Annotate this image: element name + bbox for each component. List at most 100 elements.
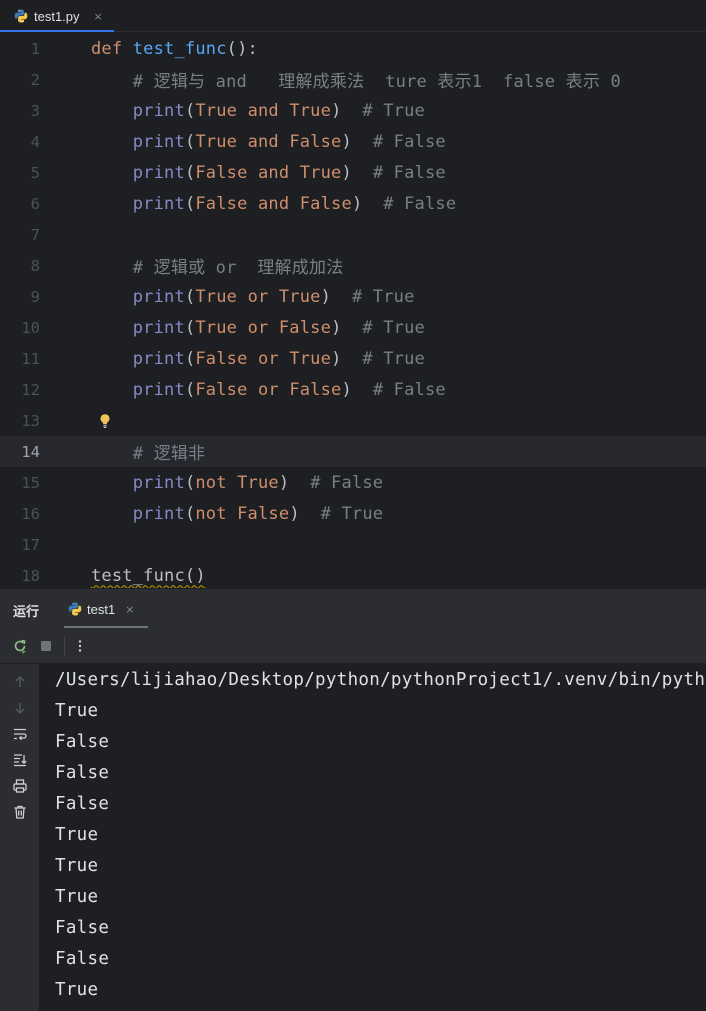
literal: True <box>299 162 342 183</box>
soft-wrap-icon[interactable] <box>12 726 28 742</box>
clear-all-icon[interactable] <box>12 804 28 820</box>
scroll-up-icon[interactable] <box>12 674 28 690</box>
code-line: 3 print(True and True) # True <box>0 95 706 126</box>
code-editor[interactable]: 1 def test_func(): 2 # 逻辑与 and 理解成乘法 tur… <box>0 32 706 588</box>
print-icon[interactable] <box>12 778 28 794</box>
builtin-print: print <box>132 503 185 524</box>
code-line: 16 print(not False) # True <box>0 498 706 529</box>
literal: False <box>195 379 248 400</box>
scroll-to-end-icon[interactable] <box>12 752 28 768</box>
line-number: 6 <box>30 194 40 213</box>
code-punct: ( <box>184 286 196 307</box>
code-line: 4 print(True and False) # False <box>0 126 706 157</box>
line-number: 14 <box>21 442 40 461</box>
code-comment: # True <box>362 317 425 338</box>
line-number: 10 <box>21 318 40 337</box>
builtin-print: print <box>132 317 185 338</box>
console-output[interactable]: /Users/lijiahao/Desktop/python/pythonPro… <box>40 664 706 1011</box>
literal: True <box>195 317 238 338</box>
rerun-icon[interactable] <box>12 638 28 654</box>
literal: False <box>299 193 352 214</box>
code-punct: (): <box>226 38 258 59</box>
code-line: 1 def test_func(): <box>0 33 706 64</box>
run-tab-label: test1 <box>87 601 116 617</box>
close-icon[interactable]: × <box>125 603 134 616</box>
code-line: 9 print(True or True) # True <box>0 281 706 312</box>
line-number: 16 <box>21 504 40 523</box>
builtin-print: print <box>132 162 185 183</box>
code-line: 15 print(not True) # False <box>0 467 706 498</box>
close-icon[interactable]: × <box>94 10 103 23</box>
literal: True <box>195 131 238 152</box>
line-number: 15 <box>21 473 40 492</box>
builtin-print: print <box>132 379 185 400</box>
code-comment: # True <box>351 286 415 307</box>
editor-tab-test1[interactable]: test1.py × <box>0 0 114 33</box>
code-punct: ( <box>184 379 196 400</box>
code-line: 8 # 逻辑或 or 理解成加法 <box>0 250 706 281</box>
code-line: 13 <box>0 405 706 436</box>
code-comment: # False <box>372 379 446 400</box>
console-line: False <box>55 731 110 752</box>
line-number: 9 <box>30 287 40 306</box>
code-line: 17 <box>0 529 706 560</box>
code-punct: ( <box>184 317 196 338</box>
line-number: 8 <box>30 256 40 275</box>
run-tab-test1[interactable]: test1 × <box>64 589 148 629</box>
operator: and <box>247 131 279 152</box>
code-comment: # True <box>320 503 384 524</box>
builtin-print: print <box>132 348 185 369</box>
editor-tab-label: test1.py <box>34 8 80 24</box>
code-comment: # 逻辑或 or 理解成加法 <box>132 258 344 278</box>
code-comment: # False <box>310 472 384 493</box>
code-punct: ( <box>184 503 196 524</box>
more-options-icon[interactable] <box>72 638 88 654</box>
code-line: 2 # 逻辑与 and 理解成乘法 ture 表示1 false 表示 0 <box>0 64 706 95</box>
operator: and <box>258 193 290 214</box>
run-toolbar <box>0 628 706 664</box>
code-line: 7 <box>0 219 706 250</box>
code-line: 12 print(False or False) # False <box>0 374 706 405</box>
code-comment: # False <box>372 131 446 152</box>
code-comment: # 逻辑与 and 理解成乘法 ture 表示1 false 表示 0 <box>132 72 621 92</box>
code-punct: ) <box>341 162 352 183</box>
code-punct: ( <box>184 472 196 493</box>
console-line: False <box>55 793 110 814</box>
code-line: 10 print(True or False) # True <box>0 312 706 343</box>
literal: False <box>237 503 290 524</box>
code-punct: ) <box>331 317 342 338</box>
operator: and <box>258 162 290 183</box>
literal: False <box>195 193 248 214</box>
literal: True <box>237 472 279 493</box>
console-line: True <box>55 824 99 845</box>
line-number: 12 <box>21 380 40 399</box>
editor-tab-bar: test1.py × <box>0 0 706 33</box>
code-punct: ( <box>184 348 196 369</box>
scroll-down-icon[interactable] <box>12 700 28 716</box>
lightbulb-icon[interactable] <box>98 413 112 429</box>
run-panel-title: 运行 <box>13 605 40 620</box>
stop-icon[interactable] <box>38 638 54 654</box>
code-line-current: 14 # 逻辑非 <box>0 436 706 467</box>
code-comment: # True <box>362 100 425 121</box>
operator: or <box>247 286 269 307</box>
line-number: 5 <box>30 163 40 182</box>
builtin-print: print <box>132 131 185 152</box>
builtin-print: print <box>132 100 185 121</box>
literal: False <box>195 348 248 369</box>
code-comment: # True <box>362 348 425 369</box>
operator: or <box>247 317 269 338</box>
console-line: False <box>55 948 110 969</box>
code-punct: ) <box>278 472 290 493</box>
builtin-print: print <box>132 193 185 214</box>
console-line: False <box>55 762 110 783</box>
code-punct: ) <box>341 379 352 400</box>
code-punct: ) <box>331 100 342 121</box>
code-comment: # 逻辑非 <box>132 444 206 464</box>
operator: and <box>247 100 279 121</box>
line-number: 3 <box>30 101 40 120</box>
code-punct: ) <box>341 131 352 152</box>
operator: or <box>258 348 279 369</box>
code-punct: ) <box>331 348 342 369</box>
code-comment: # False <box>383 193 457 214</box>
